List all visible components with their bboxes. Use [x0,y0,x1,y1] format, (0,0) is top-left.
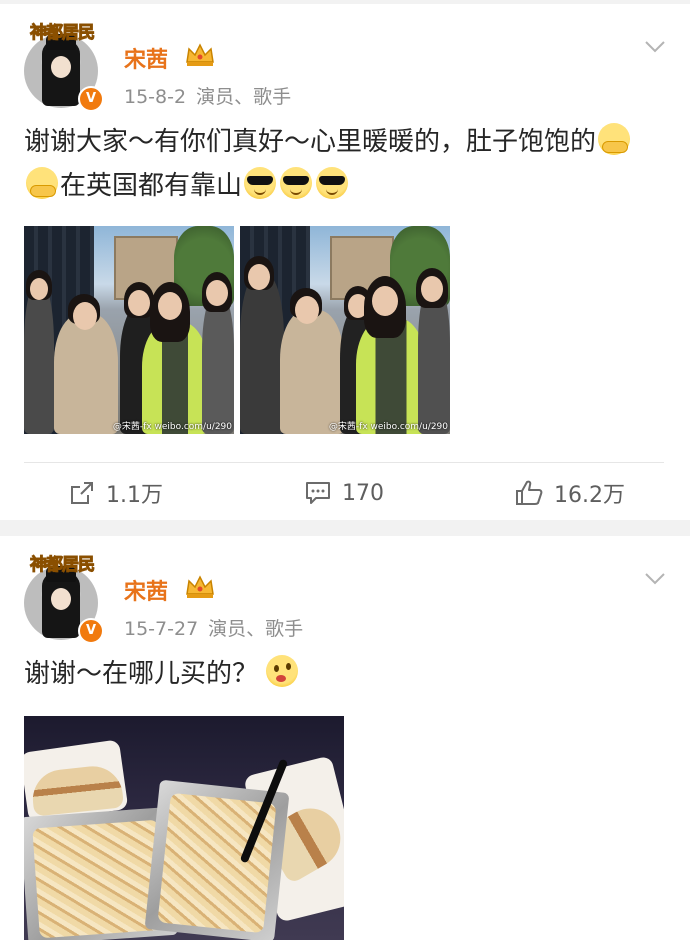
like-count: 16.2万 [554,483,625,508]
post-image[interactable] [24,716,344,940]
username[interactable]: 宋茜 [124,574,168,606]
avatar[interactable]: 神都居民 V [24,23,104,112]
post-text: 谢谢～在哪儿买的？ [24,652,664,696]
cool-emoji-icon [316,167,349,199]
like-icon [516,480,543,505]
photo-face [206,280,228,306]
hug-emoji-icon [598,123,631,155]
photo-face [421,276,443,302]
avatar-logo: 神都居民 [30,555,96,576]
avatar[interactable]: 神都居民 V [24,555,104,644]
photo-person [280,310,344,434]
image-watermark: @宋茜-fx weibo.com/u/290 [112,422,232,432]
comment-count: 170 [342,480,384,506]
post-image[interactable]: @宋茜-fx weibo.com/u/290 [24,226,234,434]
photo-person [202,294,234,434]
repost-count: 1.1万 [106,483,163,508]
photo-person [54,314,118,434]
repost-icon [71,482,93,504]
post-card[interactable]: 神都居民 V 宋茜 15-8-2 演员、歌手 谢谢大家～有你们真好～心里暖暖的，肚… [0,4,690,520]
username[interactable]: 宋茜 [124,42,168,74]
photo-person [24,284,54,434]
comment-icon [306,482,330,504]
hug-emoji-icon [26,167,58,199]
chevron-down-icon[interactable] [644,572,666,586]
photo-face [372,286,398,316]
photo-face [128,290,150,316]
post-image[interactable]: @宋茜-fx weibo.com/u/290 [240,226,450,434]
post-tags: 演员、歌手 [208,618,304,640]
post-text: 谢谢大家～有你们真好～心里暖暖的，肚子饱饱的在英国都有靠山 [24,120,664,208]
divider [24,462,664,463]
cool-emoji-icon [280,167,313,199]
verified-badge-icon: V [78,618,104,644]
photo-face [73,302,97,330]
post-text-part: 谢谢大家～有你们真好～心里暖暖的，肚子饱饱的 [24,127,597,157]
photo-face [158,292,182,320]
photo-face [248,264,270,290]
verified-badge-icon: V [78,86,104,112]
vip-crown-icon[interactable] [184,42,216,68]
vip-crown-icon[interactable] [184,574,216,600]
photo-face [295,296,319,324]
wonder-emoji-icon [266,655,299,687]
avatar-face [51,588,71,610]
post-date: 15-7-27 [124,618,199,640]
cool-emoji-icon [244,167,277,199]
avatar-face [51,56,71,78]
post-meta: 15-7-27 演员、歌手 [124,614,303,641]
chevron-down-icon[interactable] [644,40,666,54]
post-meta: 15-8-2 演员、歌手 [124,82,291,109]
post-tags: 演员、歌手 [196,86,292,108]
comment-button[interactable]: 170 [304,474,384,512]
post-text-part: 在英国都有靠山 [60,171,243,201]
photo-person [240,274,284,434]
image-watermark: @宋茜-fx weibo.com/u/290 [328,422,448,432]
avatar-logo: 神都居民 [30,23,96,44]
post-date: 15-8-2 [124,86,187,108]
like-button[interactable]: 16.2万 [514,474,625,512]
photo-face [30,278,48,300]
post-card[interactable]: 神都居民 V 宋茜 15-7-27 演员、歌手 谢谢～在哪儿买的？ [0,536,690,940]
repost-button[interactable]: 1.1万 [68,474,163,512]
post-text-part: 谢谢～在哪儿买的？ [24,659,259,689]
